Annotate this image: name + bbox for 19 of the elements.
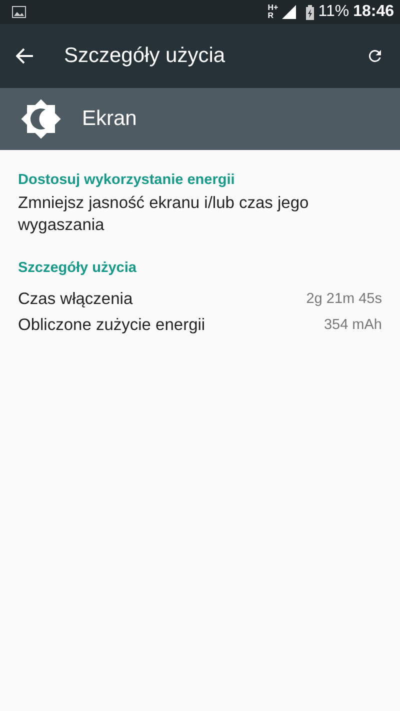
- detail-value: 2g 21m 45s: [306, 291, 382, 307]
- battery-percent: 11%: [318, 3, 350, 21]
- network-type: H+: [268, 4, 278, 12]
- app-name: Ekran: [82, 107, 137, 131]
- battery-icon: [306, 4, 314, 20]
- detail-value: 354 mAh: [324, 317, 382, 333]
- detail-label: Obliczone zużycie energii: [18, 316, 206, 334]
- image-icon: [12, 6, 26, 18]
- section-heading: Dostosuj wykorzystanie energii: [18, 172, 236, 188]
- tip-text[interactable]: Zmniejsz jasność ekranu i/lub czas jego wygaszania: [18, 192, 382, 236]
- clock: 18:46: [353, 3, 394, 21]
- brightness-icon: [20, 98, 62, 140]
- section-heading: Szczegóły użycia: [18, 260, 138, 276]
- toolbar-title: Szczegóły użycia: [64, 44, 226, 68]
- detail-label: Czas włączenia: [18, 290, 133, 308]
- back-button[interactable]: [16, 48, 34, 64]
- signal-icon: [282, 5, 296, 19]
- roaming-indicator: R: [268, 12, 275, 20]
- refresh-button[interactable]: [366, 47, 384, 65]
